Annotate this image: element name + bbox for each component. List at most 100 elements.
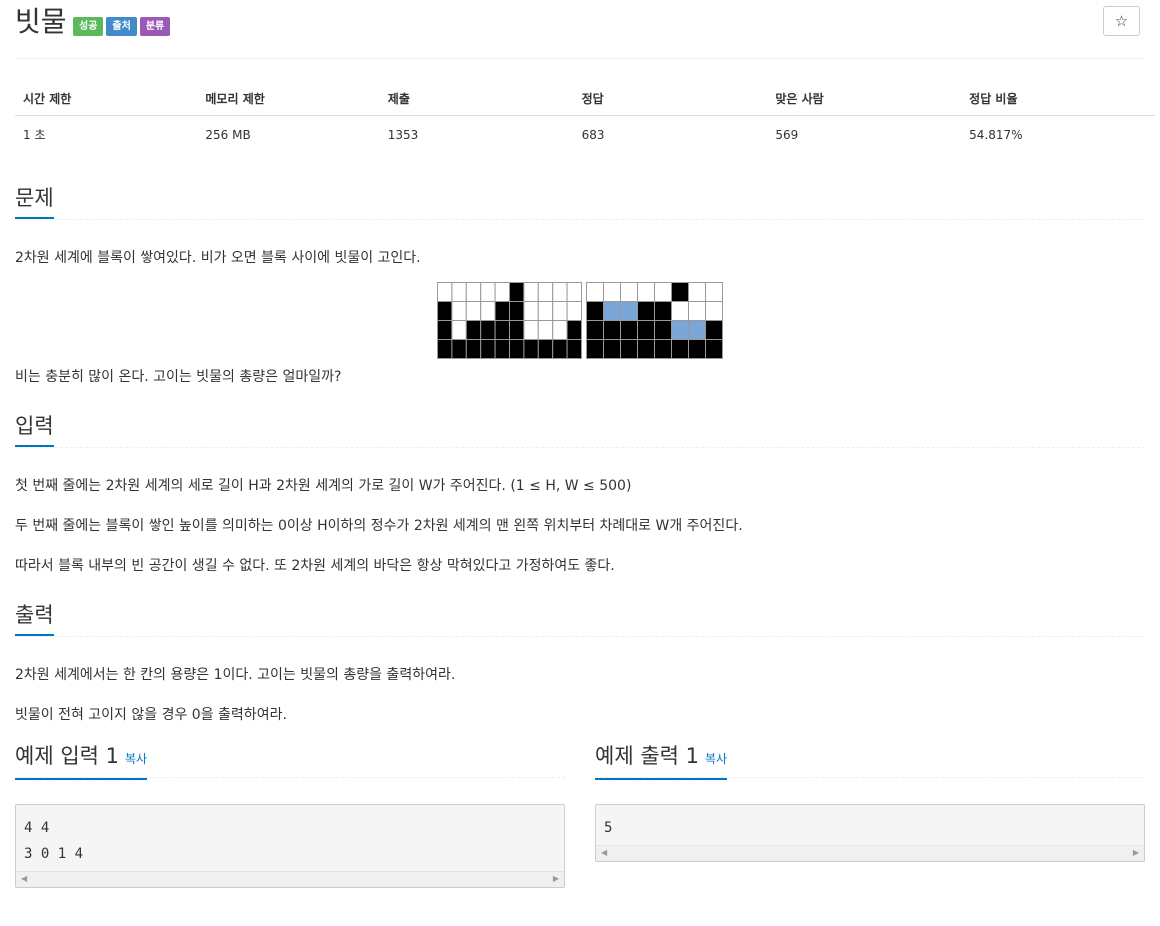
label-success[interactable]: 성공 [73, 17, 104, 36]
grid-before-cell [523, 301, 539, 321]
grid-before-cell [480, 320, 496, 340]
grid-before-cell [494, 301, 510, 321]
input-text-1: 첫 번째 줄에는 2차원 세계의 세로 길이 H과 2차원 세계의 가로 길이 … [15, 478, 632, 494]
grid-after-cell [620, 282, 638, 302]
info-submissions[interactable]: 1353 [380, 116, 574, 152]
grid-before-cell [437, 301, 453, 321]
grid-after-cell [688, 301, 706, 321]
input-headline: 입력 [15, 413, 1145, 448]
grid-before-cell [480, 282, 496, 302]
grid-before-cell [566, 301, 582, 321]
scroll-left-icon[interactable]: ◀ [21, 874, 27, 883]
grid-before-cell [552, 339, 568, 359]
grid-before-cell [494, 320, 510, 340]
grid-after-cell [586, 320, 604, 340]
info-header-row: 시간 제한 메모리 제한 제출 정답 맞은 사람 정답 비율 [15, 85, 1155, 116]
grid-after-cell [705, 282, 723, 302]
grid-before-cell [509, 339, 525, 359]
info-accepted: 683 [581, 127, 605, 142]
grid-after-cell [586, 282, 604, 302]
grid-before-cell [552, 320, 568, 340]
label-category[interactable]: 분류 [139, 17, 171, 36]
grid-after-cell [705, 339, 723, 359]
grid-after-cell [637, 320, 655, 340]
grid-before-cell [437, 339, 453, 359]
label-source[interactable]: 출처 [106, 17, 137, 36]
sample-output-headline: 예제 출력 1 복사 [595, 743, 1145, 780]
problem-header: 빗물 성공 출처 분류 ☆ [15, 0, 1145, 59]
grid-after-cell [654, 320, 672, 340]
info-header-time-limit: 시간 제한 [15, 85, 198, 116]
grid-after-cell [688, 339, 706, 359]
grid-after-cell [603, 301, 621, 321]
grid-after-cell [705, 301, 723, 321]
favorite-button[interactable]: ☆ [1103, 6, 1140, 36]
scroll-left-icon[interactable]: ◀ [601, 848, 607, 857]
sample-input-scrollbar[interactable]: ◀ ▶ [16, 871, 564, 887]
grid-before-cell [566, 339, 582, 359]
grid-before-cell [509, 301, 525, 321]
sample-section: 예제 입력 1 복사 4 4 3 0 1 4 ◀ ▶ 예제 출력 1 복사 5 ◀ … [15, 743, 1145, 888]
grid-before-cell [552, 282, 568, 302]
sample-input-line-1: 4 4 [24, 820, 50, 836]
grid-before-cell [537, 320, 554, 340]
grid-before-cell [465, 339, 482, 359]
copy-input-button[interactable]: 복사 [125, 752, 147, 766]
output-section: 출력 2차원 세계에서는 한 칸의 용량은 1이다. 고이는 빗물의 총량을 출… [15, 602, 1145, 725]
info-header-submissions: 제출 [379, 85, 574, 116]
info-solvers[interactable]: 569 [767, 116, 961, 152]
rainwater-figure [15, 282, 1145, 359]
grid-after-cell [603, 339, 621, 359]
grid-after-cell [671, 339, 689, 359]
grid-before-cell [537, 301, 554, 321]
input-text-3: 따라서 블록 내부의 빈 공간이 생길 수 없다. 또 2차원 세계의 바닥은 … [15, 558, 615, 574]
grid-before-cell [537, 339, 554, 359]
sample-input-code[interactable]: 4 4 3 0 1 4 [16, 805, 564, 871]
problem-info-table: 시간 제한 메모리 제한 제출 정답 맞은 사람 정답 비율 1 초 256 M… [15, 85, 1155, 151]
output-text-2: 빗물이 전혀 고이지 않을 경우 0을 출력하여라. [15, 707, 287, 723]
grid-after-cell [586, 339, 604, 359]
input-section: 입력 첫 번째 줄에는 2차원 세계의 세로 길이 H과 2차원 세계의 가로 … [15, 413, 1145, 576]
description-text-1: 2차원 세계에 블록이 쌓여있다. 비가 오면 블록 사이에 빗물이 고인다. [15, 250, 421, 266]
grid-after-cell [654, 301, 672, 321]
info-time-limit: 1 초 [23, 128, 46, 142]
sample-output-code[interactable]: 5 [596, 805, 1144, 845]
grid-before-cell [523, 282, 539, 302]
info-memory-limit: 256 MB [205, 127, 251, 142]
grid-after-cell [705, 320, 723, 340]
grid-after-cell [637, 339, 655, 359]
sample-input-box[interactable]: 4 4 3 0 1 4 ◀ ▶ [15, 804, 565, 888]
grid-after-cell [586, 301, 604, 321]
sample-output-scrollbar[interactable]: ◀ ▶ [596, 845, 1144, 861]
problem-page: 빗물 성공 출처 분류 ☆ 시간 제한 메모리 제한 제출 정답 맞은 사람 정… [0, 0, 1160, 888]
sample-input-title: 예제 입력 1 복사 [15, 743, 148, 780]
grid-before-cell [451, 282, 467, 302]
description-title: 문제 [15, 185, 54, 219]
description-text-2: 비는 충분히 많이 온다. 고이는 빗물의 총량은 얼마일까? [15, 369, 342, 385]
problem-labels: 성공 출처 분류 [73, 17, 171, 36]
input-text-2: 두 번째 줄에는 블록이 쌓인 높이를 의미하는 0이상 H이하의 정수가 2차… [15, 518, 743, 534]
copy-output-button[interactable]: 복사 [705, 752, 727, 766]
sample-input: 예제 입력 1 복사 4 4 3 0 1 4 ◀ ▶ [15, 743, 565, 888]
grid-after-cell [620, 339, 638, 359]
block-grid-before [437, 282, 582, 359]
sample-input-line-2: 3 0 1 4 [24, 846, 84, 862]
grid-after-cell [654, 282, 672, 302]
grid-before-cell [509, 320, 525, 340]
sample-input-headline: 예제 입력 1 복사 [15, 743, 565, 780]
grid-after-cell [603, 320, 621, 340]
grid-before-cell [437, 282, 453, 302]
sample-output-line-1: 5 [604, 820, 613, 836]
grid-after-cell [603, 282, 621, 302]
grid-after-cell [671, 282, 689, 302]
input-title: 입력 [15, 413, 54, 447]
grid-before-cell [494, 339, 510, 359]
sample-output-box[interactable]: 5 ◀ ▶ [595, 804, 1145, 862]
scroll-right-icon[interactable]: ▶ [1133, 848, 1139, 857]
sample-output: 예제 출력 1 복사 5 ◀ ▶ [595, 743, 1145, 888]
scroll-right-icon[interactable]: ▶ [553, 874, 559, 883]
grid-before-cell [465, 282, 482, 302]
output-text-1: 2차원 세계에서는 한 칸의 용량은 1이다. 고이는 빗물의 총량을 출력하여… [15, 667, 456, 683]
output-headline: 출력 [15, 602, 1145, 637]
grid-before-cell [552, 301, 568, 321]
